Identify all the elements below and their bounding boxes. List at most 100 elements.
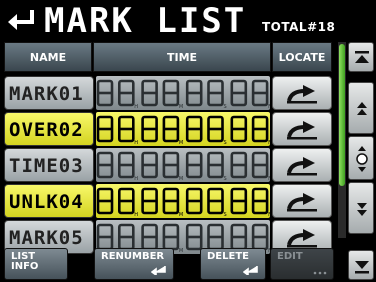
mark-row[interactable]: OVER02 H M S F (4, 112, 334, 148)
enter-icon (243, 266, 258, 275)
digit-placeholder-icon (141, 151, 158, 179)
digit-placeholder-icon (230, 223, 248, 251)
locate-arrow-icon (287, 121, 317, 140)
digit-placeholder-icon (207, 151, 224, 179)
digit-placeholder-icon (207, 115, 224, 143)
time-unit-marker: S (224, 104, 227, 110)
locate-button[interactable] (272, 184, 332, 218)
more-icon (313, 271, 327, 275)
mark-time: HMSF (96, 148, 270, 182)
digit-placeholder-icon (251, 151, 269, 179)
locate-arrow-icon (287, 193, 317, 212)
page-down-icon (357, 203, 367, 216)
scroll-top-button[interactable] (348, 42, 374, 72)
scroll-top-icon (355, 51, 369, 63)
digit-placeholder-icon (185, 151, 203, 179)
mark-time: HMSF (96, 112, 270, 146)
digit-placeholder-icon (96, 79, 114, 107)
renumber-button[interactable]: RENUMBER (94, 248, 174, 280)
digit-placeholder-icon (230, 187, 248, 215)
column-header-locate: LOCATE (272, 42, 332, 72)
mark-row[interactable]: TIME03 H M S F (4, 148, 334, 184)
time-unit-marker: M (179, 176, 183, 182)
digit-placeholder-icon (96, 115, 114, 143)
mark-name: UNLK04 (4, 184, 94, 218)
digit-placeholder-icon (117, 223, 135, 251)
mark-row[interactable]: MARK01 H M S F (4, 76, 334, 112)
time-unit-marker: M (179, 212, 183, 218)
mark-name: OVER02 (4, 112, 94, 146)
digit-placeholder-icon (162, 151, 180, 179)
time-unit-marker: F (268, 140, 270, 146)
page-down-button[interactable] (348, 182, 374, 234)
mark-name: MARK01 (4, 76, 94, 110)
time-digits: HMSF (96, 79, 270, 110)
digit-placeholder-icon (96, 151, 114, 179)
mark-list-screen: MARK LIST TOTAL#18 NAME TIME LOCATE MARK… (0, 0, 376, 282)
digit-placeholder-icon (141, 187, 158, 215)
digit-placeholder-icon (207, 223, 224, 251)
digit-placeholder-icon (185, 115, 203, 143)
list-info-button[interactable]: LIST INFO (4, 248, 68, 280)
time-unit-marker: F (268, 104, 270, 110)
total-count: TOTAL#18 (262, 20, 336, 34)
digit-placeholder-icon (117, 151, 135, 179)
scroll-navigation (348, 42, 374, 280)
back-arrow-icon[interactable] (4, 6, 38, 36)
digit-placeholder-icon (185, 223, 203, 251)
locate-arrow-icon (287, 229, 317, 248)
time-unit-marker: H (134, 140, 138, 146)
time-unit-marker: S (224, 212, 227, 218)
digit-placeholder-icon (117, 115, 135, 143)
digit-placeholder-icon (96, 187, 114, 215)
time-unit-marker: M (179, 140, 183, 146)
enter-icon (151, 266, 166, 275)
scroll-position-button[interactable] (348, 136, 374, 180)
column-header-time: TIME (93, 42, 271, 72)
digit-placeholder-icon (141, 223, 158, 251)
time-unit-marker: M (179, 104, 183, 110)
scroll-position-icon (356, 146, 368, 172)
mark-row[interactable]: UNLK04 H M S F (4, 184, 334, 220)
locate-button[interactable] (272, 112, 332, 146)
time-unit-marker: F (268, 212, 270, 218)
scrollbar-thumb[interactable] (339, 44, 345, 186)
scroll-bottom-icon (355, 261, 369, 274)
delete-button[interactable]: DELETE (200, 248, 266, 280)
digit-placeholder-icon (207, 79, 224, 107)
title-bar: MARK LIST TOTAL#18 (0, 0, 376, 41)
digit-placeholder-icon (141, 115, 158, 143)
digit-placeholder-icon (162, 115, 180, 143)
time-digits: HMSF (96, 187, 270, 218)
digit-placeholder-icon (185, 79, 203, 107)
scroll-bottom-button[interactable] (348, 250, 374, 280)
locate-button[interactable] (272, 76, 332, 110)
mark-time: HMSF (96, 76, 270, 110)
digit-placeholder-icon (141, 79, 158, 107)
page-up-icon (357, 102, 367, 115)
digit-placeholder-icon (162, 79, 180, 107)
digit-placeholder-icon (251, 187, 269, 215)
locate-arrow-icon (287, 85, 317, 104)
time-digits: HMSF (96, 151, 270, 182)
time-unit-marker: F (268, 176, 270, 182)
digit-placeholder-icon (162, 187, 180, 215)
mark-name: TIME03 (4, 148, 94, 182)
edit-button[interactable]: EDIT (270, 248, 334, 280)
digit-placeholder-icon (185, 187, 203, 215)
digit-placeholder-icon (251, 223, 269, 251)
locate-arrow-icon (287, 157, 317, 176)
page-up-button[interactable] (348, 82, 374, 134)
digit-placeholder-icon (162, 223, 180, 251)
time-unit-marker: S (224, 140, 227, 146)
renumber-label: RENUMBER (101, 251, 165, 262)
digit-placeholder-icon (251, 79, 269, 107)
locate-button[interactable] (272, 148, 332, 182)
time-digits: HMSF (96, 115, 270, 146)
time-unit-marker: M (179, 248, 183, 254)
edit-label: EDIT (277, 251, 303, 262)
time-unit-marker: S (224, 176, 227, 182)
list-info-label: LIST INFO (11, 251, 39, 272)
column-header-name: NAME (4, 42, 92, 72)
digit-placeholder-icon (207, 187, 224, 215)
